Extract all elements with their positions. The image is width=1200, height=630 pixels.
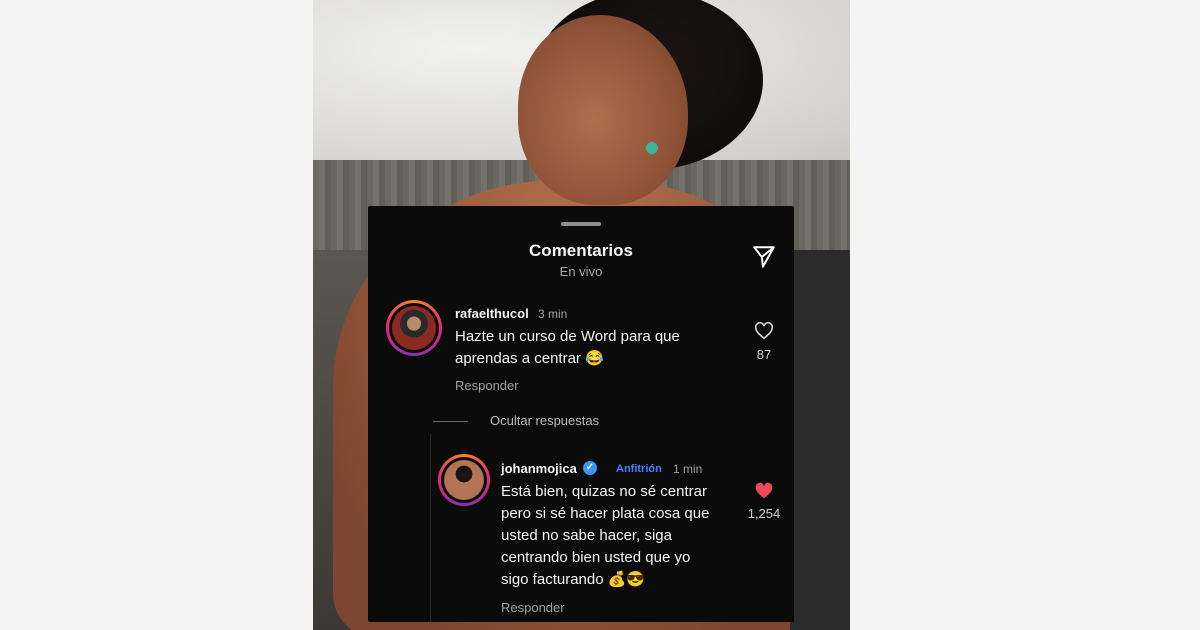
reply-responder-button[interactable]: Responder <box>501 600 565 615</box>
comment-text-line-2: aprendas a centrar 😂 <box>455 350 604 367</box>
comments-panel: Comentarios En vivo rafaelthucol 3 min H… <box>368 206 794 622</box>
person-head <box>518 15 688 205</box>
reply-text-line-3: usted no sabe hacer, siga <box>501 527 672 544</box>
heart-filled-icon[interactable] <box>754 482 774 500</box>
earring <box>646 142 658 154</box>
panel-title: Comentarios <box>529 241 633 260</box>
avatar-johanmojica[interactable] <box>438 454 490 506</box>
host-badge: Anfitrión <box>616 463 662 475</box>
thread-line <box>430 434 431 622</box>
avatar-rafaelthucol[interactable] <box>386 300 442 356</box>
comment-time: 3 min <box>538 307 568 321</box>
reply-button[interactable]: Responder <box>455 378 519 393</box>
reply-time: 1 min <box>673 462 703 476</box>
chair <box>790 250 850 630</box>
reply-text-line-2: pero si sé hacer plata cosa que <box>501 505 710 522</box>
comment-text-line-1: Hazte un curso de Word para que <box>455 328 680 345</box>
heart-outline-icon[interactable] <box>754 322 774 340</box>
reply-text-line-1: Está bien, quizas no sé centrar <box>501 483 707 500</box>
panel-subtitle: En vivo <box>559 264 603 279</box>
like-count: 87 <box>756 347 772 362</box>
reply-like-count: 1,254 <box>747 506 781 521</box>
drag-handle[interactable] <box>561 222 601 226</box>
reply-text-line-5: sigo facturando 💰😎 <box>501 571 646 588</box>
reply-text-line-4: centrando bien usted que yo <box>501 549 691 566</box>
comment-username[interactable]: rafaelthucol <box>455 306 529 321</box>
hide-replies-button[interactable]: Ocultar respuestas <box>490 413 599 428</box>
verified-icon: ✓ <box>583 461 597 475</box>
reply-username[interactable]: johanmojica <box>501 461 577 476</box>
divider-line <box>433 421 468 422</box>
send-icon[interactable] <box>751 244 777 270</box>
